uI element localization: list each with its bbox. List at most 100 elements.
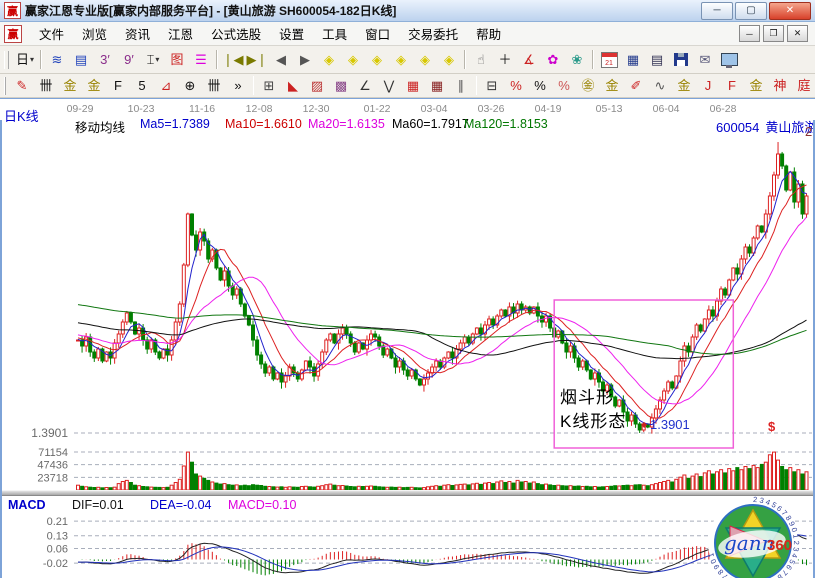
- gann-ruler-icon[interactable]: 卌: [34, 75, 58, 96]
- child-close-button[interactable]: ✕: [787, 25, 808, 42]
- diamond-compress-icon[interactable]: ◈: [389, 49, 413, 70]
- menu-item-9[interactable]: 帮助: [467, 21, 510, 46]
- f-angle-icon[interactable]: F: [720, 75, 744, 96]
- calculator-icon[interactable]: ▦: [621, 49, 645, 70]
- svg-text:-0.02: -0.02: [43, 558, 68, 570]
- svg-text:1.3901: 1.3901: [31, 426, 68, 440]
- percent-line-icon[interactable]: %: [552, 75, 576, 96]
- svg-text:0.13: 0.13: [47, 531, 68, 543]
- f-ruler-icon[interactable]: F: [106, 75, 130, 96]
- percent-icon[interactable]: %: [528, 75, 552, 96]
- title-bar: 赢 赢家江恩专业版[赢家内部服务平台] - [黄山旅游 SH600054-182…: [0, 0, 815, 22]
- svg-text:04-19: 04-19: [535, 103, 562, 115]
- gold-ruler2-icon[interactable]: 金: [82, 75, 106, 96]
- menu-item-1[interactable]: 浏览: [73, 21, 116, 46]
- angle-pencil-icon[interactable]: ⊿: [154, 75, 178, 96]
- gold-line-icon[interactable]: 金: [600, 75, 624, 96]
- shen-angle-icon[interactable]: 神: [768, 75, 792, 96]
- memo-icon[interactable]: ▤: [645, 49, 669, 70]
- dark-grid-icon[interactable]: ▦: [425, 75, 449, 96]
- angle-measure-icon[interactable]: ∡: [517, 49, 541, 70]
- diamond-h-expand-icon[interactable]: ◈: [365, 49, 389, 70]
- prev-page-icon[interactable]: ◀: [269, 49, 293, 70]
- pattern-box-icon[interactable]: 图: [165, 49, 189, 70]
- calendar-icon[interactable]: 21: [597, 49, 621, 70]
- ma-value-0: Ma5=1.7389: [140, 117, 210, 131]
- info-list-icon[interactable]: ▤: [69, 49, 93, 70]
- price-scale-icon[interactable]: ⊟: [480, 75, 504, 96]
- v-lines-icon[interactable]: ⋁: [377, 75, 401, 96]
- chart-canvas[interactable]: 09-2910-2311-1612-0812-3001-2203-0403-26…: [0, 98, 815, 578]
- menu-item-4[interactable]: 公式选股: [202, 21, 270, 46]
- diamond-right-icon[interactable]: ◈: [341, 49, 365, 70]
- min3-chart-icon[interactable]: 3′: [93, 49, 117, 70]
- minimize-button[interactable]: ─: [701, 2, 733, 20]
- fractal-tool-icon[interactable]: ❀: [565, 49, 589, 70]
- svg-text:03-04: 03-04: [421, 103, 448, 115]
- send-mail-icon[interactable]: ✉: [693, 49, 717, 70]
- volume-profile-icon[interactable]: ☰: [189, 49, 213, 70]
- market-overview-icon[interactable]: ≋: [45, 49, 69, 70]
- gold-line2-icon[interactable]: 金: [672, 75, 696, 96]
- j-angle-icon[interactable]: J: [696, 75, 720, 96]
- gold-circle-icon[interactable]: ㊎: [576, 75, 600, 96]
- parallel-lines-icon[interactable]: ∥: [449, 75, 473, 96]
- symbol-info: 600054黄山旅游: [716, 117, 815, 136]
- svg-text:11-16: 11-16: [189, 103, 215, 115]
- plain-ruler-icon[interactable]: 卌: [202, 75, 226, 96]
- time-circle-icon[interactable]: ⊕: [178, 75, 202, 96]
- gold-ruler-icon[interactable]: 金: [58, 75, 82, 96]
- pane-splitter[interactable]: [0, 490, 815, 496]
- gann-grid-icon[interactable]: ▩: [329, 75, 353, 96]
- min9-chart-icon[interactable]: 9′: [117, 49, 141, 70]
- diamond-zoom-in-icon[interactable]: ◈: [413, 49, 437, 70]
- angle-set-icon[interactable]: ∠: [353, 75, 377, 96]
- menu-item-5[interactable]: 设置: [270, 21, 313, 46]
- red-grid-icon[interactable]: ▦: [401, 75, 425, 96]
- toolbar-separator: [464, 50, 466, 69]
- child-restore-button[interactable]: ❐: [763, 25, 784, 42]
- workstation-icon[interactable]: [717, 49, 741, 70]
- menu-item-3[interactable]: 江恩: [159, 21, 202, 46]
- last-page-icon[interactable]: ▶❘: [245, 49, 269, 70]
- toolbar-grip[interactable]: [4, 51, 9, 69]
- svg-text:23718: 23718: [37, 472, 68, 484]
- save-icon[interactable]: [669, 49, 693, 70]
- menu-item-0[interactable]: 文件: [30, 21, 73, 46]
- five-ruler-icon[interactable]: 5: [130, 75, 154, 96]
- menu-item-6[interactable]: 工具: [313, 21, 356, 46]
- ma-value-1: Ma10=1.6610: [225, 117, 302, 131]
- ma-value-3: Ma60=1.7917: [392, 117, 469, 131]
- fan-lines-icon[interactable]: ◣: [281, 75, 305, 96]
- next-page-icon[interactable]: ▶: [293, 49, 317, 70]
- close-button[interactable]: ✕: [769, 2, 811, 20]
- ma-lines: [78, 171, 807, 424]
- gann-flower-icon[interactable]: ✿: [541, 49, 565, 70]
- ma-value-2: Ma20=1.6135: [308, 117, 385, 131]
- toolbar-grip[interactable]: [4, 77, 6, 95]
- diamond-left-icon[interactable]: ◈: [317, 49, 341, 70]
- percent-zone-icon[interactable]: %: [504, 75, 528, 96]
- window-title: 赢家江恩专业版[赢家内部服务平台] - [黄山旅游 SH600054-182日K…: [25, 2, 396, 19]
- first-page-icon[interactable]: ❘◀: [221, 49, 245, 70]
- low-marker-icon: ◆: [641, 420, 647, 429]
- hand-tool-icon[interactable]: ☝: [469, 49, 493, 70]
- child-minimize-button[interactable]: ─: [739, 25, 760, 42]
- kline-period-button[interactable]: 日▾: [13, 49, 37, 70]
- menu-item-8[interactable]: 交易委托: [399, 21, 467, 46]
- menu-item-7[interactable]: 窗口: [356, 21, 399, 46]
- more-tools-button[interactable]: »: [226, 75, 250, 96]
- box-frame-icon[interactable]: ⊞: [257, 75, 281, 96]
- gann-box-icon[interactable]: ▨: [305, 75, 329, 96]
- menu-item-2[interactable]: 资讯: [116, 21, 159, 46]
- svg-text:12-08: 12-08: [246, 103, 273, 115]
- candle-style-button[interactable]: ⌶▾: [141, 49, 165, 70]
- diamond-zoom-out-icon[interactable]: ◈: [437, 49, 461, 70]
- gold-angle-icon[interactable]: 金: [744, 75, 768, 96]
- wave-tool-icon[interactable]: ∿: [648, 75, 672, 96]
- maximize-button[interactable]: ▢: [735, 2, 767, 20]
- crosshair-icon[interactable]: ＋: [493, 49, 517, 70]
- ting-angle-icon[interactable]: 庭: [792, 75, 815, 96]
- marker-pen-icon[interactable]: ✐: [624, 75, 648, 96]
- pencil-tool-icon[interactable]: ✎: [10, 75, 34, 96]
